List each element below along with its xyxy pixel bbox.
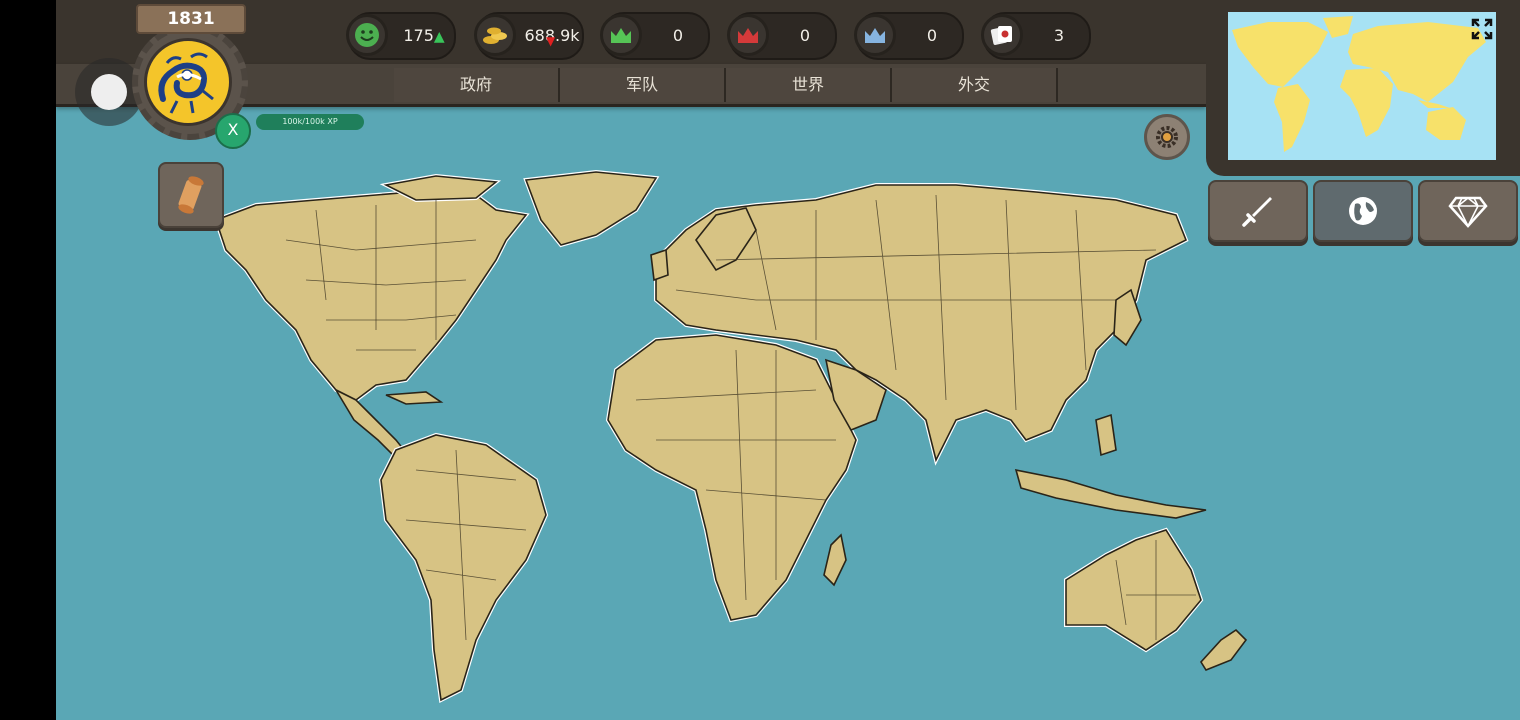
africa [607, 334, 857, 621]
scroll-icon [178, 176, 204, 214]
madagascar [823, 533, 847, 587]
fullscreen-icon[interactable] [1471, 18, 1493, 40]
blue-crown-icon [854, 14, 896, 56]
world-button[interactable] [1313, 180, 1413, 242]
resource-blue-crown[interactable]: 0 [854, 12, 964, 60]
north-america [214, 189, 528, 401]
war-button[interactable] [1208, 180, 1308, 242]
game-screen: 175▲ 688.9k ▼ 0 0 0 3 政府 军队 世界 外交 1831 X… [56, 0, 1520, 720]
diamond-icon [1448, 196, 1488, 228]
player-badge[interactable]: X [215, 113, 251, 149]
tab-diplomacy[interactable]: 外交 [892, 68, 1058, 102]
resource-value: 0 [926, 26, 938, 45]
coins-icon [474, 14, 516, 56]
resource-green-crown[interactable]: 0 [600, 12, 710, 60]
tab-government[interactable]: 政府 [394, 68, 560, 102]
greenland [524, 171, 658, 246]
settings-button[interactable] [1144, 114, 1190, 160]
indonesia [1014, 468, 1207, 519]
tab-army[interactable]: 军队 [560, 68, 726, 102]
resource-cards[interactable]: 3 [981, 12, 1091, 60]
xp-bar: 100k/100k XP [256, 114, 364, 130]
avatar[interactable] [144, 38, 232, 126]
smiley-icon [346, 14, 388, 56]
new-zealand [1200, 628, 1248, 671]
year-banner: 1831 [136, 4, 246, 34]
cards-icon [981, 14, 1023, 56]
tab-world[interactable]: 世界 [726, 68, 892, 102]
premium-button[interactable] [1418, 180, 1518, 242]
resource-value: 0 [799, 26, 811, 45]
minimap[interactable] [1228, 12, 1496, 160]
sword-icon [1242, 197, 1272, 227]
british-isles [650, 248, 669, 282]
gear-icon [1156, 126, 1178, 148]
globe-icon [1349, 197, 1377, 225]
resource-red-crown[interactable]: 0 [727, 12, 837, 60]
joystick-knob[interactable] [91, 74, 127, 110]
history-scroll-button[interactable] [158, 162, 224, 228]
resource-gold[interactable]: 688.9k ▼ [474, 12, 584, 60]
minimap-world [1232, 16, 1486, 152]
resource-value: 0 [672, 26, 684, 45]
green-crown-icon [600, 14, 642, 56]
resource-value: 175 [403, 26, 434, 45]
dragon-flag-icon [158, 52, 214, 114]
resource-value: 3 [1053, 26, 1065, 45]
red-crown-icon [727, 14, 769, 56]
resource-happiness[interactable]: 175▲ [346, 12, 456, 60]
australia [1065, 529, 1202, 651]
caribbean [385, 391, 444, 405]
philippines [1095, 413, 1117, 457]
trend-down-icon: ▼ [546, 34, 556, 48]
trend-up-icon: ▲ [433, 29, 445, 45]
